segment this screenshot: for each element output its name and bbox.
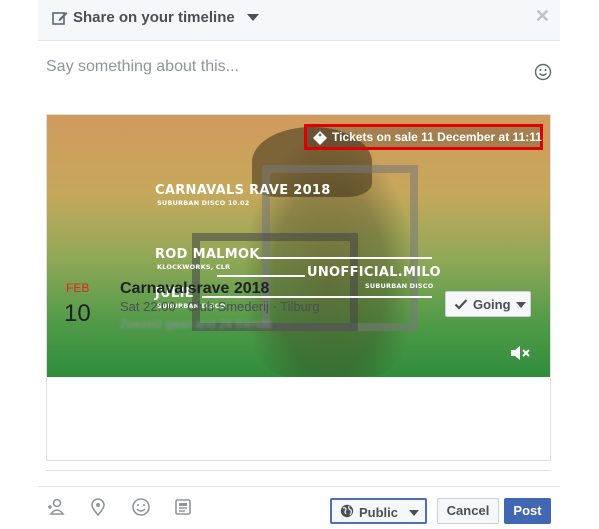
poster-artist-name: UNOFFICIAL.MILO [307,265,441,280]
ticket-sale-banner: Tickets on sale 11 December at 11:11 [304,124,543,150]
event-details: Sat 22:00 · Club Smederij · Tilburg [120,299,320,314]
chevron-down-icon[interactable] [247,14,259,21]
event-friends-going: Zeezeiz gaan and 24 friends [120,317,272,331]
mute-icon[interactable] [510,345,532,361]
ticket-icon [313,131,327,145]
poster-artist-name: ROD MALMOK [155,247,260,262]
poster-artist-sub: SUBURBAN DISCO [365,282,434,290]
poster-artist-sub: KLOCKWORKS, CLR [157,263,231,271]
event-title[interactable]: Carnavalsrave 2018 [120,280,269,298]
event-day: 10 [64,300,91,327]
post-button[interactable]: Post [504,498,551,524]
poster-event-sub: SUBURBAN DISCO 10.02 [157,199,250,207]
ticket-sale-text: Tickets on sale 11 December at 11:11 [332,130,542,144]
composer-input[interactable]: Say something about this... [46,58,239,76]
audience-selector[interactable]: Public [330,498,427,524]
location-icon[interactable] [88,497,108,517]
share-dialog: Share on your timeline ✕ Say something a… [38,0,560,529]
poster-event-name: CARNAVALS RAVE 2018 [155,183,331,198]
emoji-icon[interactable] [534,63,552,81]
poster-line [217,275,305,277]
edit-icon [52,12,68,25]
poster-line [257,257,432,259]
audience-label: Public [359,505,399,520]
dialog-footer: Public Cancel Post [38,486,560,529]
dialog-header: Share on your timeline ✕ [38,0,560,41]
close-icon[interactable]: ✕ [535,6,550,27]
chevron-down-icon [516,302,526,308]
event-month: FEB [66,281,90,295]
sticker-icon[interactable] [173,497,193,517]
tag-friends-icon[interactable] [46,497,66,517]
dialog-title[interactable]: Share on your timeline [73,9,235,26]
chevron-down-icon [409,510,419,516]
going-button[interactable]: Going [445,291,531,317]
feeling-icon[interactable] [131,497,151,517]
check-icon [454,299,468,310]
going-label: Going [473,297,511,312]
globe-icon [340,504,354,518]
cancel-button[interactable]: Cancel [437,498,499,524]
event-poster[interactable]: Tickets on sale 11 December at 11:11 CAR… [47,115,550,377]
divider [46,470,551,471]
